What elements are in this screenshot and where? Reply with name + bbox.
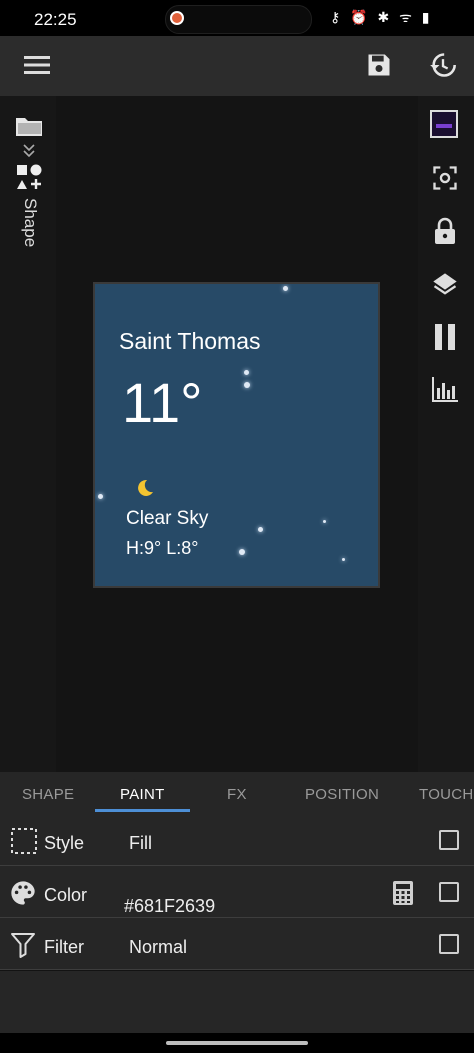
tab-shape[interactable]: SHAPE (22, 786, 74, 803)
home-gesture-handle[interactable] (166, 1041, 308, 1045)
top-toolbar (0, 36, 474, 96)
equalizer-icon[interactable] (428, 372, 462, 406)
tab-position[interactable]: POSITION (305, 786, 379, 803)
style-checkbox[interactable] (439, 830, 459, 850)
folder-icon[interactable] (12, 112, 46, 140)
status-icons: ⚷ ⏰ ✱ ᯤ ▮ (330, 9, 433, 25)
star-dot (283, 286, 288, 291)
widget-condition: Clear Sky (126, 508, 209, 529)
filter-checkbox[interactable] (439, 934, 459, 954)
widget-thumbnail[interactable] (430, 110, 458, 138)
palette-icon (9, 879, 37, 912)
active-tab-indicator (95, 809, 190, 812)
star-dot (258, 527, 263, 532)
style-label: Style (44, 833, 85, 853)
star-dot (98, 494, 103, 499)
filter-row[interactable]: Filter Normal (0, 918, 474, 970)
star-dot (323, 520, 326, 523)
crescent-moon-icon (135, 478, 155, 503)
lock-icon[interactable] (428, 214, 462, 248)
color-value[interactable]: #681F2639 (124, 896, 215, 917)
property-tabs: SHAPE PAINT FX POSITION TOUCH (0, 772, 474, 814)
widget-city: Saint Thomas (119, 328, 261, 354)
tab-fx[interactable]: FX (227, 786, 247, 803)
double-chevron-down-icon[interactable] (18, 142, 40, 160)
color-row[interactable]: Color #681F2639 (0, 866, 474, 918)
tab-paint[interactable]: PAINT (120, 786, 165, 803)
weather-widget-preview[interactable]: Saint Thomas 11° Clear Sky H:9° L:8° (93, 282, 380, 588)
shape-add-icon[interactable] (12, 162, 46, 192)
menu-icon[interactable] (20, 48, 54, 82)
widget-hi-lo: H:9° L:8° (126, 538, 199, 558)
star-dot (239, 549, 245, 555)
recording-indicator-icon (170, 11, 184, 25)
filter-value[interactable]: Normal (129, 937, 187, 958)
tab-touch[interactable]: TOUCH (419, 786, 474, 803)
filter-icon (10, 931, 36, 964)
style-row[interactable]: Style Fill (0, 814, 474, 866)
save-icon[interactable] (362, 48, 396, 82)
pause-icon[interactable] (428, 320, 462, 354)
history-icon[interactable] (426, 48, 460, 82)
right-tool-strip (418, 96, 474, 772)
star-dot (342, 558, 345, 561)
color-checkbox[interactable] (439, 882, 459, 902)
style-value[interactable]: Fill (129, 833, 152, 854)
color-label: Color (44, 885, 88, 905)
focus-icon[interactable] (428, 162, 462, 194)
widget-temperature: 11° (122, 371, 203, 434)
calculator-icon[interactable] (392, 880, 414, 911)
shape-label[interactable]: Shape (20, 198, 40, 248)
properties-panel-empty-space (0, 971, 474, 1033)
star-dot (244, 382, 250, 388)
filter-label: Filter (44, 937, 84, 957)
camera-cutout (165, 5, 312, 34)
star-dot (244, 370, 249, 375)
style-icon (10, 827, 38, 860)
layers-icon[interactable] (428, 268, 462, 302)
status-time: 22:25 (34, 10, 77, 29)
